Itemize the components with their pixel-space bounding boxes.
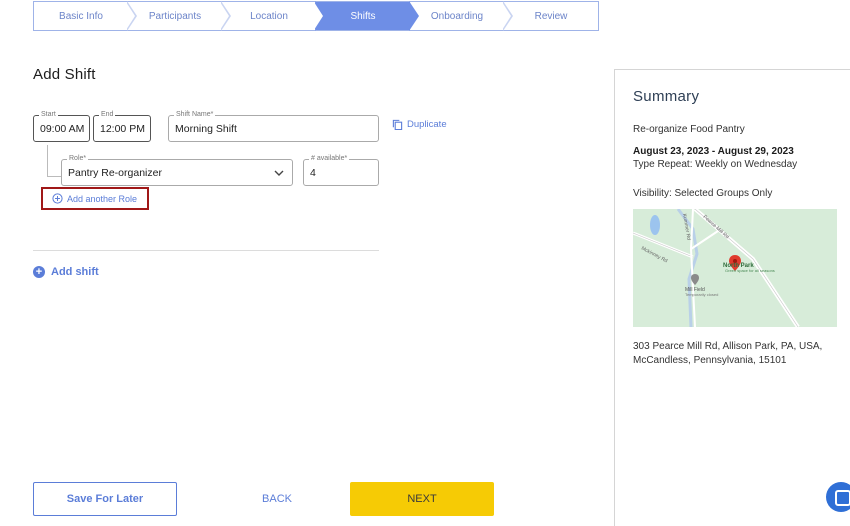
step-label: Review [534, 10, 568, 22]
step-label: Location [250, 10, 288, 22]
chat-icon[interactable] [826, 482, 850, 512]
plus-icon: + [33, 266, 45, 278]
back-button[interactable]: BACK [240, 482, 314, 516]
tree-connector [47, 176, 61, 177]
shift-name-value: Morning Shift [175, 122, 237, 135]
available-count-field[interactable]: # available* 4 [303, 154, 379, 186]
step-basic-info[interactable]: Basic Info [34, 1, 137, 31]
summary-title: Summary [633, 88, 700, 105]
duplicate-button[interactable]: Duplicate [392, 119, 447, 130]
chevron-divider [220, 1, 231, 31]
tree-connector [47, 145, 48, 177]
step-location[interactable]: Location [222, 1, 325, 31]
type-repeat: Type Repeat: Weekly on Wednesday [633, 159, 798, 170]
available-value: 4 [310, 166, 316, 179]
progress-stepper: Basic Info Participants Location Shifts … [33, 1, 599, 31]
step-label: Onboarding [430, 10, 484, 22]
role-select[interactable]: Role* Pantry Re-organizer [61, 154, 293, 186]
step-onboarding[interactable]: Onboarding [410, 1, 513, 31]
step-label: Participants [148, 10, 202, 22]
chevron-divider [314, 1, 325, 31]
summary-panel: Summary Re-organize Food Pantry August 2… [614, 69, 850, 526]
add-shift-label: Add shift [51, 266, 99, 278]
shift-name-field[interactable]: Shift Name* Morning Shift [168, 110, 379, 142]
add-role-label: Add another Role [67, 193, 138, 204]
page-title: Add Shift [33, 66, 96, 83]
duplicate-label: Duplicate [407, 119, 447, 130]
chevron-divider [408, 1, 419, 31]
copy-icon [392, 119, 403, 130]
add-shift-button[interactable]: + Add shift [33, 266, 99, 278]
step-participants[interactable]: Participants [128, 1, 231, 31]
chevron-divider [502, 1, 513, 31]
chevron-divider [126, 1, 137, 31]
field-sublabel: Temporarily closed [685, 292, 718, 297]
date-range: August 23, 2023 - August 29, 2023 [633, 146, 794, 157]
event-name: Re-organize Food Pantry [633, 124, 745, 135]
end-time-field[interactable]: End 12:00 PM [93, 110, 151, 142]
step-review[interactable]: Review [504, 2, 598, 30]
next-button[interactable]: NEXT [350, 482, 494, 516]
step-label: Basic Info [59, 10, 103, 22]
map-graphic: Mckinney Rd Pearce Mill Rd Kummer Rd Nor… [633, 209, 837, 327]
save-for-later-button[interactable]: Save For Later [33, 482, 177, 516]
park-sublabel: Green space for all seasons [725, 268, 775, 273]
step-label: Shifts [350, 10, 376, 22]
divider [33, 250, 379, 251]
visibility: Visibility: Selected Groups Only [633, 188, 773, 199]
plus-circle-icon [52, 193, 63, 204]
start-time-field[interactable]: Start 09:00 AM [33, 110, 90, 142]
chevron-down-icon [274, 170, 284, 176]
address-line2: McCandless, Pennsylvania, 15101 [633, 355, 787, 366]
step-shifts[interactable]: Shifts [316, 1, 419, 31]
end-time-value: 12:00 PM [100, 122, 145, 135]
location-map[interactable]: Mckinney Rd Pearce Mill Rd Kummer Rd Nor… [633, 209, 837, 327]
add-another-role-button[interactable]: Add another Role [41, 187, 149, 210]
start-time-value: 09:00 AM [40, 122, 85, 135]
role-value: Pantry Re-organizer [68, 166, 162, 179]
address-line1: 303 Pearce Mill Rd, Allison Park, PA, US… [633, 341, 823, 352]
